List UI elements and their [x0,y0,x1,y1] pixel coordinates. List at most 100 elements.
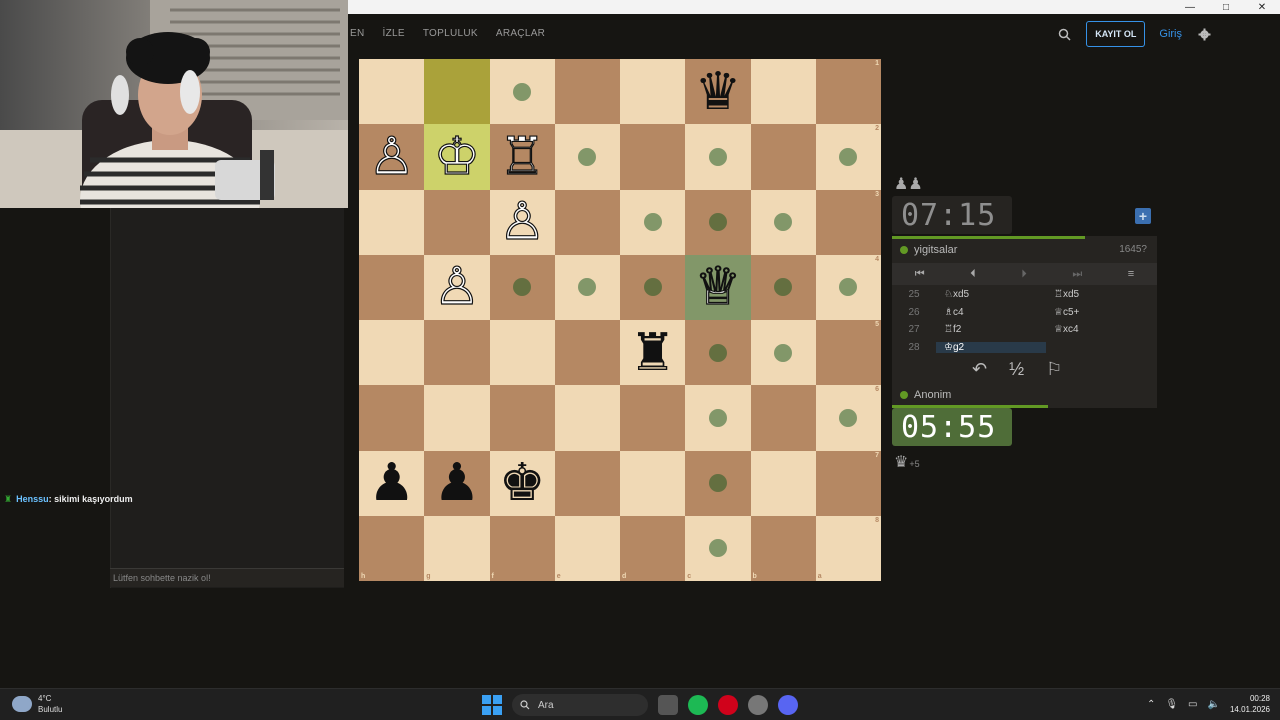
move-hint-dot[interactable] [643,213,662,232]
square-e2[interactable] [554,124,620,190]
move-black[interactable]: ♖xd5 [1046,289,1156,300]
square-b4[interactable] [750,254,816,320]
square-g4[interactable]: ♙ [424,254,490,320]
chess-piece-g2[interactable]: ♔ [424,124,489,189]
square-g1[interactable] [424,59,490,125]
browser-icon[interactable] [748,695,768,715]
move-black[interactable]: ♕xc4 [1046,324,1156,335]
square-b2[interactable] [750,124,816,190]
chessboard[interactable]: ♛ 1 ♙ ♔ ♖ 2 ♙ 3 ♙ ♕ 4 ♜ 5 6 ♟ ♟ ♚ 7 h g f e d c b 8 a [359,59,881,581]
square-d6[interactable] [620,385,686,451]
square-g7[interactable]: ♟ [424,450,490,516]
move-hint-dot[interactable] [578,278,597,297]
square-a5[interactable]: 5 [815,320,881,386]
move-hint-dot[interactable] [774,278,793,297]
square-e4[interactable] [554,254,620,320]
square-c6[interactable] [685,385,751,451]
nav-item-community[interactable]: TOPLULUK [423,28,478,39]
square-g8[interactable]: g [424,515,490,581]
square-h8[interactable]: h [359,515,425,581]
square-h7[interactable]: ♟ [359,450,425,516]
chess-piece-h7[interactable]: ♟ [359,451,424,516]
move-hint-dot[interactable] [513,278,532,297]
square-b5[interactable] [750,320,816,386]
chess-piece-c1[interactable]: ♛ [685,59,750,124]
square-a8[interactable]: 8a [815,515,881,581]
last-move-icon[interactable]: ⏭ [1072,268,1082,281]
prev-move-icon[interactable]: ⏴ [970,268,976,281]
search-icon[interactable] [1056,26,1072,42]
square-c4[interactable]: ♕ [685,254,751,320]
move-hint-dot[interactable] [839,147,858,166]
square-d1[interactable] [620,59,686,125]
chess-piece-h2[interactable]: ♙ [359,124,424,189]
square-f1[interactable] [489,59,555,125]
square-g2[interactable]: ♔ [424,124,490,190]
square-d7[interactable] [620,450,686,516]
move-white[interactable]: ♗c4 [936,307,1046,318]
file-explorer-icon[interactable] [658,695,678,715]
square-e1[interactable] [554,59,620,125]
register-button[interactable]: KAYIT OL [1086,21,1146,47]
square-a2[interactable]: 2 [815,124,881,190]
square-b6[interactable] [750,385,816,451]
square-e6[interactable] [554,385,620,451]
taskbar-search[interactable]: Ara [512,694,648,716]
square-b8[interactable]: b [750,515,816,581]
square-d3[interactable] [620,189,686,255]
square-h3[interactable] [359,189,425,255]
square-f4[interactable] [489,254,555,320]
move-hint-dot[interactable] [708,474,727,493]
move-hint-dot[interactable] [708,408,727,427]
square-e7[interactable] [554,450,620,516]
nav-item-tools[interactable]: ARAÇLAR [496,28,545,39]
square-c2[interactable] [685,124,751,190]
windows-start-icon[interactable] [482,695,502,715]
square-f3[interactable]: ♙ [489,189,555,255]
square-a6[interactable]: 6 [815,385,881,451]
square-h1[interactable] [359,59,425,125]
square-e5[interactable] [554,320,620,386]
square-f8[interactable]: f [489,515,555,581]
square-a3[interactable]: 3 [815,189,881,255]
square-h2[interactable]: ♙ [359,124,425,190]
square-h6[interactable] [359,385,425,451]
close-button[interactable]: ✕ [1244,0,1280,14]
square-d2[interactable] [620,124,686,190]
square-b3[interactable] [750,189,816,255]
chess-piece-g4[interactable]: ♙ [424,255,489,320]
chess-piece-g7[interactable]: ♟ [424,451,489,516]
discord-icon[interactable] [778,695,798,715]
opera-icon[interactable] [718,695,738,715]
move-hint-dot[interactable] [708,539,727,558]
square-h5[interactable] [359,320,425,386]
move-hint-dot[interactable] [839,278,858,297]
square-a7[interactable]: 7 [815,450,881,516]
move-white[interactable]: ♖f2 [936,324,1046,335]
network-icon[interactable]: ▭ [1188,699,1197,710]
maximize-button[interactable]: □ [1208,0,1244,14]
login-link[interactable]: Giriş [1159,28,1182,40]
move-hint-dot[interactable] [513,82,532,101]
add-time-icon[interactable]: + [1135,208,1151,224]
chat-input[interactable]: Lütfen sohbette nazik ol! [110,568,344,587]
spotify-icon[interactable] [688,695,708,715]
move-white[interactable]: ♔g2 [936,341,1046,353]
chess-piece-c4[interactable]: ♕ [685,255,750,320]
square-d4[interactable] [620,254,686,320]
draw-offer-icon[interactable]: ½ [1009,359,1024,380]
square-d5[interactable]: ♜ [620,320,686,386]
square-e8[interactable]: e [554,515,620,581]
move-black[interactable]: ♕c5+ [1046,307,1156,318]
square-g6[interactable] [424,385,490,451]
square-f2[interactable]: ♖ [489,124,555,190]
nav-item-lang[interactable]: EN [350,28,365,39]
move-hint-dot[interactable] [643,278,662,297]
square-h4[interactable] [359,254,425,320]
square-g5[interactable] [424,320,490,386]
square-c1[interactable]: ♛ [685,59,751,125]
square-b7[interactable] [750,450,816,516]
chess-piece-f7[interactable]: ♚ [490,451,555,516]
opponent-name[interactable]: yigitsalar [914,244,957,256]
move-hint-dot[interactable] [708,147,727,166]
